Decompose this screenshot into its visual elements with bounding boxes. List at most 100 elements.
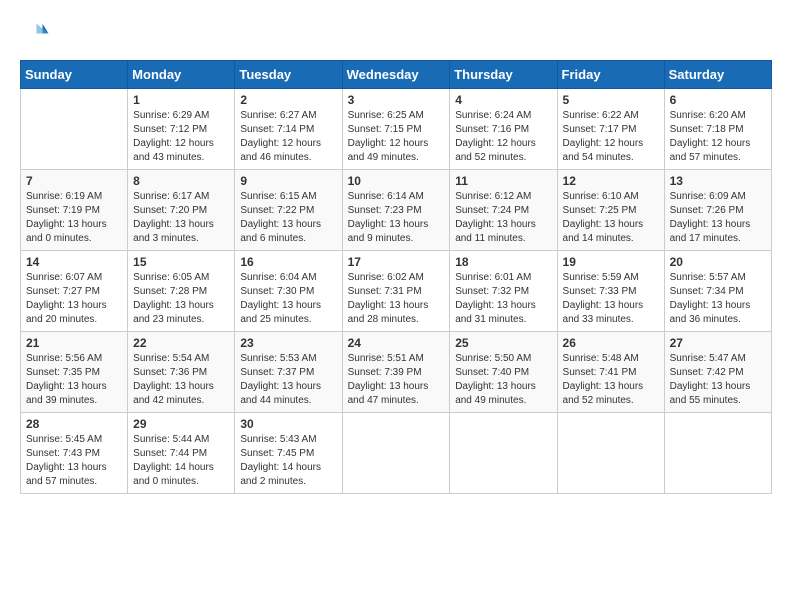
calendar-day-cell: 2 Sunrise: 6:27 AM Sunset: 7:14 PM Dayli… xyxy=(235,89,342,170)
daylight-text: Daylight: 14 hours and 2 minutes. xyxy=(240,462,321,487)
calendar-day-cell: 29 Sunrise: 5:44 AM Sunset: 7:44 PM Dayl… xyxy=(128,413,235,494)
daylight-text: Daylight: 12 hours and 54 minutes. xyxy=(563,138,644,163)
daylight-text: Daylight: 12 hours and 57 minutes. xyxy=(670,138,751,163)
calendar-day-cell: 14 Sunrise: 6:07 AM Sunset: 7:27 PM Dayl… xyxy=(21,251,128,332)
day-info: Sunrise: 6:09 AM Sunset: 7:26 PM Dayligh… xyxy=(670,190,766,246)
sunset-text: Sunset: 7:43 PM xyxy=(26,448,100,459)
day-number: 11 xyxy=(455,174,551,188)
day-info: Sunrise: 5:47 AM Sunset: 7:42 PM Dayligh… xyxy=(670,352,766,408)
sunrise-text: Sunrise: 6:07 AM xyxy=(26,272,102,283)
daylight-text: Daylight: 12 hours and 46 minutes. xyxy=(240,138,321,163)
day-number: 9 xyxy=(240,174,336,188)
daylight-text: Daylight: 13 hours and 9 minutes. xyxy=(348,219,429,244)
sunrise-text: Sunrise: 6:01 AM xyxy=(455,272,531,283)
day-number: 14 xyxy=(26,255,122,269)
sunset-text: Sunset: 7:39 PM xyxy=(348,367,422,378)
day-number: 28 xyxy=(26,417,122,431)
sunset-text: Sunset: 7:16 PM xyxy=(455,124,529,135)
daylight-text: Daylight: 13 hours and 36 minutes. xyxy=(670,300,751,325)
calendar-week-row: 21 Sunrise: 5:56 AM Sunset: 7:35 PM Dayl… xyxy=(21,332,772,413)
daylight-text: Daylight: 13 hours and 49 minutes. xyxy=(455,381,536,406)
sunset-text: Sunset: 7:45 PM xyxy=(240,448,314,459)
sunrise-text: Sunrise: 5:50 AM xyxy=(455,353,531,364)
day-info: Sunrise: 5:57 AM Sunset: 7:34 PM Dayligh… xyxy=(670,271,766,327)
day-info: Sunrise: 6:02 AM Sunset: 7:31 PM Dayligh… xyxy=(348,271,445,327)
sunset-text: Sunset: 7:32 PM xyxy=(455,286,529,297)
sunrise-text: Sunrise: 5:56 AM xyxy=(26,353,102,364)
calendar-day-cell: 10 Sunrise: 6:14 AM Sunset: 7:23 PM Dayl… xyxy=(342,170,450,251)
calendar-table: SundayMondayTuesdayWednesdayThursdayFrid… xyxy=(20,60,772,494)
day-info: Sunrise: 5:54 AM Sunset: 7:36 PM Dayligh… xyxy=(133,352,229,408)
calendar-day-cell: 1 Sunrise: 6:29 AM Sunset: 7:12 PM Dayli… xyxy=(128,89,235,170)
calendar-day-cell: 9 Sunrise: 6:15 AM Sunset: 7:22 PM Dayli… xyxy=(235,170,342,251)
daylight-text: Daylight: 12 hours and 43 minutes. xyxy=(133,138,214,163)
sunrise-text: Sunrise: 5:44 AM xyxy=(133,434,209,445)
day-number: 13 xyxy=(670,174,766,188)
daylight-text: Daylight: 13 hours and 20 minutes. xyxy=(26,300,107,325)
day-info: Sunrise: 5:53 AM Sunset: 7:37 PM Dayligh… xyxy=(240,352,336,408)
sunset-text: Sunset: 7:18 PM xyxy=(670,124,744,135)
day-number: 10 xyxy=(348,174,445,188)
calendar-day-cell xyxy=(450,413,557,494)
daylight-text: Daylight: 13 hours and 33 minutes. xyxy=(563,300,644,325)
daylight-text: Daylight: 13 hours and 31 minutes. xyxy=(455,300,536,325)
calendar-day-cell: 4 Sunrise: 6:24 AM Sunset: 7:16 PM Dayli… xyxy=(450,89,557,170)
sunset-text: Sunset: 7:31 PM xyxy=(348,286,422,297)
sunset-text: Sunset: 7:41 PM xyxy=(563,367,637,378)
sunrise-text: Sunrise: 6:12 AM xyxy=(455,191,531,202)
daylight-text: Daylight: 13 hours and 11 minutes. xyxy=(455,219,536,244)
calendar-week-row: 1 Sunrise: 6:29 AM Sunset: 7:12 PM Dayli… xyxy=(21,89,772,170)
sunset-text: Sunset: 7:22 PM xyxy=(240,205,314,216)
day-number: 8 xyxy=(133,174,229,188)
sunset-text: Sunset: 7:28 PM xyxy=(133,286,207,297)
sunrise-text: Sunrise: 6:10 AM xyxy=(563,191,639,202)
calendar-day-cell: 6 Sunrise: 6:20 AM Sunset: 7:18 PM Dayli… xyxy=(664,89,771,170)
calendar-day-cell: 26 Sunrise: 5:48 AM Sunset: 7:41 PM Dayl… xyxy=(557,332,664,413)
calendar-header-row: SundayMondayTuesdayWednesdayThursdayFrid… xyxy=(21,61,772,89)
day-of-week-header: Friday xyxy=(557,61,664,89)
calendar-day-cell: 19 Sunrise: 5:59 AM Sunset: 7:33 PM Dayl… xyxy=(557,251,664,332)
sunset-text: Sunset: 7:26 PM xyxy=(670,205,744,216)
sunrise-text: Sunrise: 5:43 AM xyxy=(240,434,316,445)
daylight-text: Daylight: 13 hours and 23 minutes. xyxy=(133,300,214,325)
day-of-week-header: Wednesday xyxy=(342,61,450,89)
calendar-day-cell: 12 Sunrise: 6:10 AM Sunset: 7:25 PM Dayl… xyxy=(557,170,664,251)
sunset-text: Sunset: 7:42 PM xyxy=(670,367,744,378)
calendar-day-cell: 20 Sunrise: 5:57 AM Sunset: 7:34 PM Dayl… xyxy=(664,251,771,332)
daylight-text: Daylight: 13 hours and 3 minutes. xyxy=(133,219,214,244)
daylight-text: Daylight: 13 hours and 44 minutes. xyxy=(240,381,321,406)
day-number: 29 xyxy=(133,417,229,431)
sunrise-text: Sunrise: 6:20 AM xyxy=(670,110,746,121)
daylight-text: Daylight: 13 hours and 6 minutes. xyxy=(240,219,321,244)
day-number: 6 xyxy=(670,93,766,107)
calendar-day-cell: 30 Sunrise: 5:43 AM Sunset: 7:45 PM Dayl… xyxy=(235,413,342,494)
sunset-text: Sunset: 7:23 PM xyxy=(348,205,422,216)
calendar-day-cell: 17 Sunrise: 6:02 AM Sunset: 7:31 PM Dayl… xyxy=(342,251,450,332)
daylight-text: Daylight: 13 hours and 55 minutes. xyxy=(670,381,751,406)
day-info: Sunrise: 6:01 AM Sunset: 7:32 PM Dayligh… xyxy=(455,271,551,327)
sunset-text: Sunset: 7:30 PM xyxy=(240,286,314,297)
sunset-text: Sunset: 7:44 PM xyxy=(133,448,207,459)
day-number: 1 xyxy=(133,93,229,107)
calendar-day-cell: 25 Sunrise: 5:50 AM Sunset: 7:40 PM Dayl… xyxy=(450,332,557,413)
calendar-day-cell xyxy=(664,413,771,494)
day-info: Sunrise: 6:05 AM Sunset: 7:28 PM Dayligh… xyxy=(133,271,229,327)
day-of-week-header: Tuesday xyxy=(235,61,342,89)
day-of-week-header: Thursday xyxy=(450,61,557,89)
daylight-text: Daylight: 13 hours and 39 minutes. xyxy=(26,381,107,406)
day-info: Sunrise: 5:56 AM Sunset: 7:35 PM Dayligh… xyxy=(26,352,122,408)
sunset-text: Sunset: 7:25 PM xyxy=(563,205,637,216)
sunrise-text: Sunrise: 5:53 AM xyxy=(240,353,316,364)
calendar-day-cell: 15 Sunrise: 6:05 AM Sunset: 7:28 PM Dayl… xyxy=(128,251,235,332)
day-number: 25 xyxy=(455,336,551,350)
day-of-week-header: Monday xyxy=(128,61,235,89)
sunrise-text: Sunrise: 6:29 AM xyxy=(133,110,209,121)
daylight-text: Daylight: 13 hours and 42 minutes. xyxy=(133,381,214,406)
day-info: Sunrise: 6:24 AM Sunset: 7:16 PM Dayligh… xyxy=(455,109,551,165)
day-info: Sunrise: 5:50 AM Sunset: 7:40 PM Dayligh… xyxy=(455,352,551,408)
sunrise-text: Sunrise: 6:15 AM xyxy=(240,191,316,202)
sunrise-text: Sunrise: 6:02 AM xyxy=(348,272,424,283)
calendar-week-row: 14 Sunrise: 6:07 AM Sunset: 7:27 PM Dayl… xyxy=(21,251,772,332)
sunrise-text: Sunrise: 5:54 AM xyxy=(133,353,209,364)
day-number: 3 xyxy=(348,93,445,107)
